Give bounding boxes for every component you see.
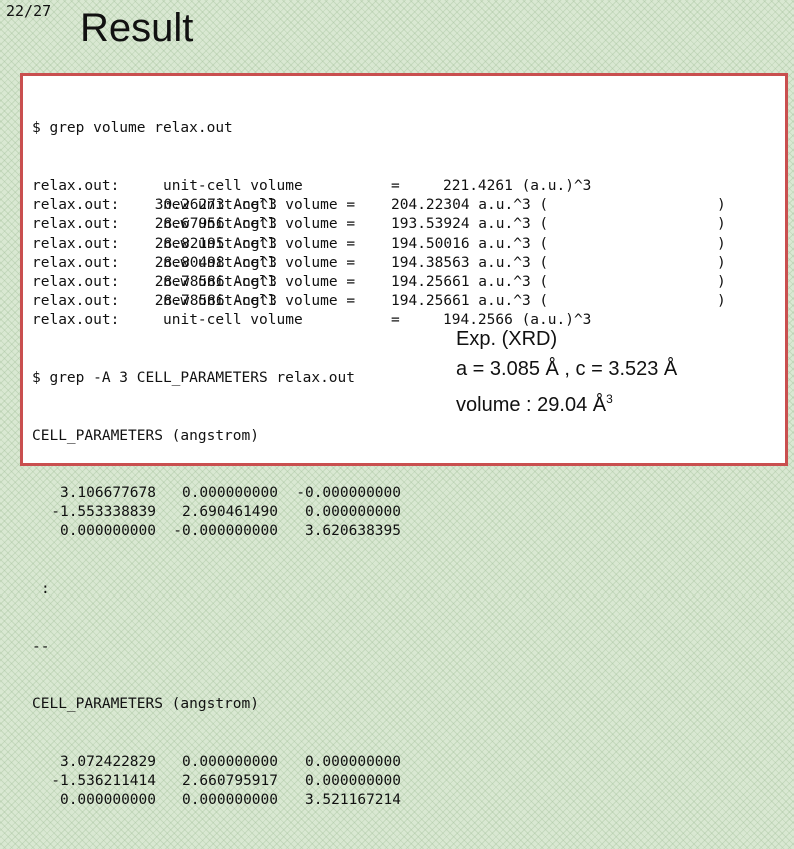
volume-row: relax.out: unit-cell volume = 221.4261 (a.u… [32, 177, 591, 196]
matrix-value: 3.521167214 [304, 792, 401, 809]
row-prefix: relax.out: [32, 197, 120, 214]
row-prefix: relax.out: [32, 293, 120, 310]
volume-row: relax.out: new unit-cell volume = 194.3856… [32, 254, 726, 273]
row-angstrom-value: 30.26273 Ang^3 [154, 197, 278, 214]
row-value: 194.25661 a.u.^3 ( [391, 273, 549, 290]
grep-cell-command: $ grep -A 3 CELL_PARAMETERS relax.out [32, 369, 356, 386]
grep-volume-command: $ grep volume relax.out [32, 120, 233, 137]
matrix-row: 3.106677678 0.000000000 -0.000000000 [32, 484, 401, 503]
volume-row: relax.out: new unit-cell volume = 194.2566… [32, 273, 726, 292]
volume-row: relax.out: new unit-cell volume = 194.5001… [32, 235, 726, 254]
row-prefix: relax.out: [32, 178, 120, 194]
slide-title: Result [80, 6, 194, 50]
row-equals: = [391, 312, 400, 329]
row-close-paren: ) [717, 197, 726, 214]
row-close-paren: ) [717, 235, 726, 252]
matrix-row: 0.000000000 0.000000000 3.521167214 [32, 791, 401, 810]
xrd-volume: volume : 29.04 Å3 [456, 384, 677, 420]
cell-parameters-header: CELL_PARAMETERS (angstrom) [32, 427, 259, 444]
row-close-paren: ) [717, 273, 726, 290]
row-angstrom-value: 28.67956 Ang^3 [154, 216, 278, 233]
row-value: 194.38563 a.u.^3 ( [391, 254, 549, 271]
row-value: 194.25661 a.u.^3 ( [391, 293, 549, 310]
xrd-experimental-values: Exp. (XRD) a = 3.085 Å , c = 3.523 Å vol… [456, 324, 677, 420]
row-close-paren: ) [717, 293, 726, 310]
row-label: unit-cell volume [163, 178, 303, 194]
cell-parameters-final: 3.072422829 0.000000000 0.000000000 -1.5362… [32, 753, 401, 811]
row-prefix: relax.out: [32, 235, 120, 252]
matrix-row: -1.553338839 2.690461490 0.000000000 [32, 503, 401, 522]
row-close-paren: ) [717, 216, 726, 233]
row-prefix: relax.out: [32, 216, 120, 233]
row-angstrom-value: 28.78586 Ang^3 [154, 293, 278, 310]
separator: -- [32, 638, 50, 655]
xrd-title: Exp. (XRD) [456, 328, 558, 350]
xrd-volume-exponent: 3 [606, 392, 613, 406]
matrix-value: 0.000000000 [304, 504, 401, 521]
row-angstrom-value: 28.82195 Ang^3 [154, 235, 278, 252]
row-angstrom-value: 28.78586 Ang^3 [154, 273, 278, 290]
ellipsis: : [41, 581, 50, 598]
matrix-row: -1.536211414 2.660795917 0.000000000 [32, 772, 401, 791]
xrd-volume-text: volume : 29.04 Å [456, 394, 607, 416]
volume-rows: relax.out: unit-cell volume = 221.4261 (a.u… [32, 177, 726, 331]
matrix-value: -0.000000000 [296, 485, 401, 502]
row-prefix: relax.out: [32, 254, 120, 271]
matrix-value: 0.000000000 [304, 773, 401, 790]
page-number: 22/27 [6, 2, 52, 20]
matrix-value: 0.000000000 [304, 753, 401, 770]
terminal-output-panel: $ grep volume relax.out relax.out: unit-c… [20, 73, 788, 808]
row-close-paren: ) [717, 254, 726, 271]
matrix-row: 0.000000000 -0.000000000 3.620638395 [32, 522, 401, 541]
row-value: 221.4261 (a.u.)^3 [443, 178, 592, 194]
row-value: 193.53924 a.u.^3 ( [391, 216, 549, 233]
volume-row: relax.out: unit-cell volume = 194.2566 (a.u… [32, 311, 591, 330]
row-value: 194.50016 a.u.^3 ( [391, 235, 549, 252]
row-equals: = [391, 178, 400, 194]
row-value: 204.22304 a.u.^3 ( [391, 197, 549, 214]
row-angstrom-value: 28.80498 Ang^3 [154, 254, 278, 271]
row-prefix: relax.out: [32, 273, 120, 290]
row-label: unit-cell volume [163, 312, 303, 329]
volume-row: relax.out: new unit-cell volume = 194.2566… [32, 292, 726, 311]
row-prefix: relax.out: [32, 312, 120, 329]
cell-parameters-header: CELL_PARAMETERS (angstrom) [32, 696, 259, 713]
matrix-value: 3.620638395 [304, 523, 401, 540]
xrd-lattice-constants: a = 3.085 Å , c = 3.523 Å [456, 358, 678, 380]
volume-row: relax.out: new unit-cell volume = 204.2230… [32, 196, 726, 215]
terminal-output: $ grep volume relax.out relax.out: unit-c… [32, 81, 726, 849]
cell-parameters-initial: 3.106677678 0.000000000 -0.000000000 -1.553… [32, 484, 401, 542]
matrix-row: 3.072422829 0.000000000 0.000000000 [32, 753, 401, 772]
volume-row: relax.out: new unit-cell volume = 193.5392… [32, 215, 726, 234]
